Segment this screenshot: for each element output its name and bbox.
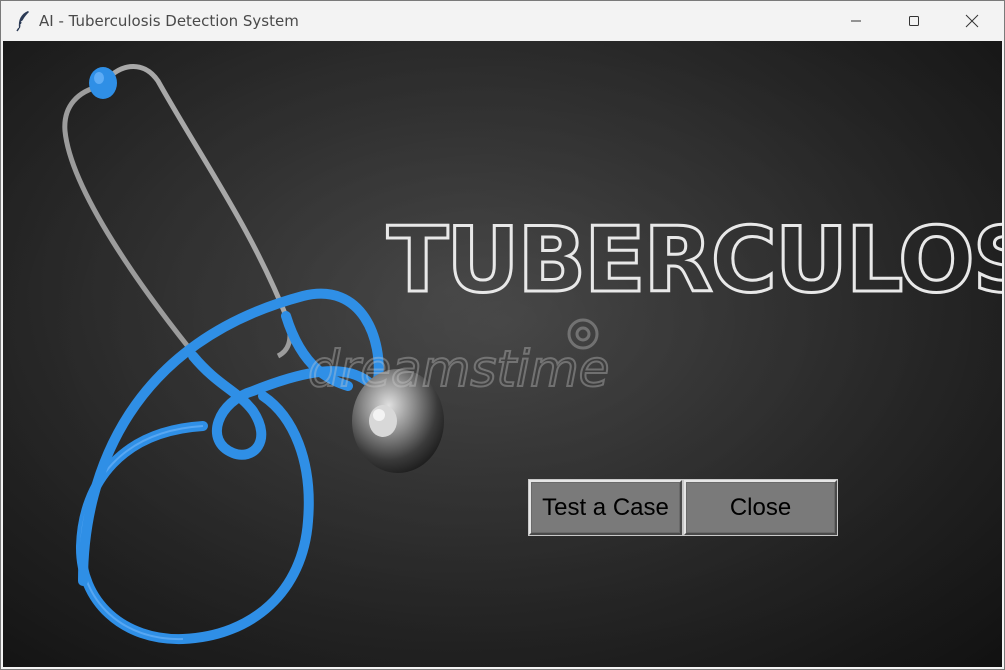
- window-close-button[interactable]: [943, 1, 1001, 41]
- title-bar[interactable]: AI - Tuberculosis Detection System: [1, 1, 1004, 41]
- close-button[interactable]: Close: [683, 479, 838, 536]
- feather-icon: [15, 10, 31, 32]
- maximize-button[interactable]: [885, 1, 943, 41]
- close-icon: [965, 14, 979, 28]
- background-image: TUBERCULOSIS dreamstime: [3, 41, 1002, 667]
- test-a-case-button[interactable]: Test a Case: [528, 479, 683, 536]
- minimize-button[interactable]: [827, 1, 885, 41]
- chalk-heading: TUBERCULOSIS: [387, 208, 1002, 313]
- app-window: AI - Tuberculosis Detection System TUBER…: [0, 0, 1005, 670]
- window-title: AI - Tuberculosis Detection System: [39, 12, 299, 30]
- svg-text:dreamstime: dreamstime: [308, 340, 609, 398]
- maximize-icon: [909, 16, 919, 26]
- minimize-icon: [851, 20, 861, 22]
- main-canvas: TUBERCULOSIS dreamstime Test a Case Clos…: [3, 41, 1002, 667]
